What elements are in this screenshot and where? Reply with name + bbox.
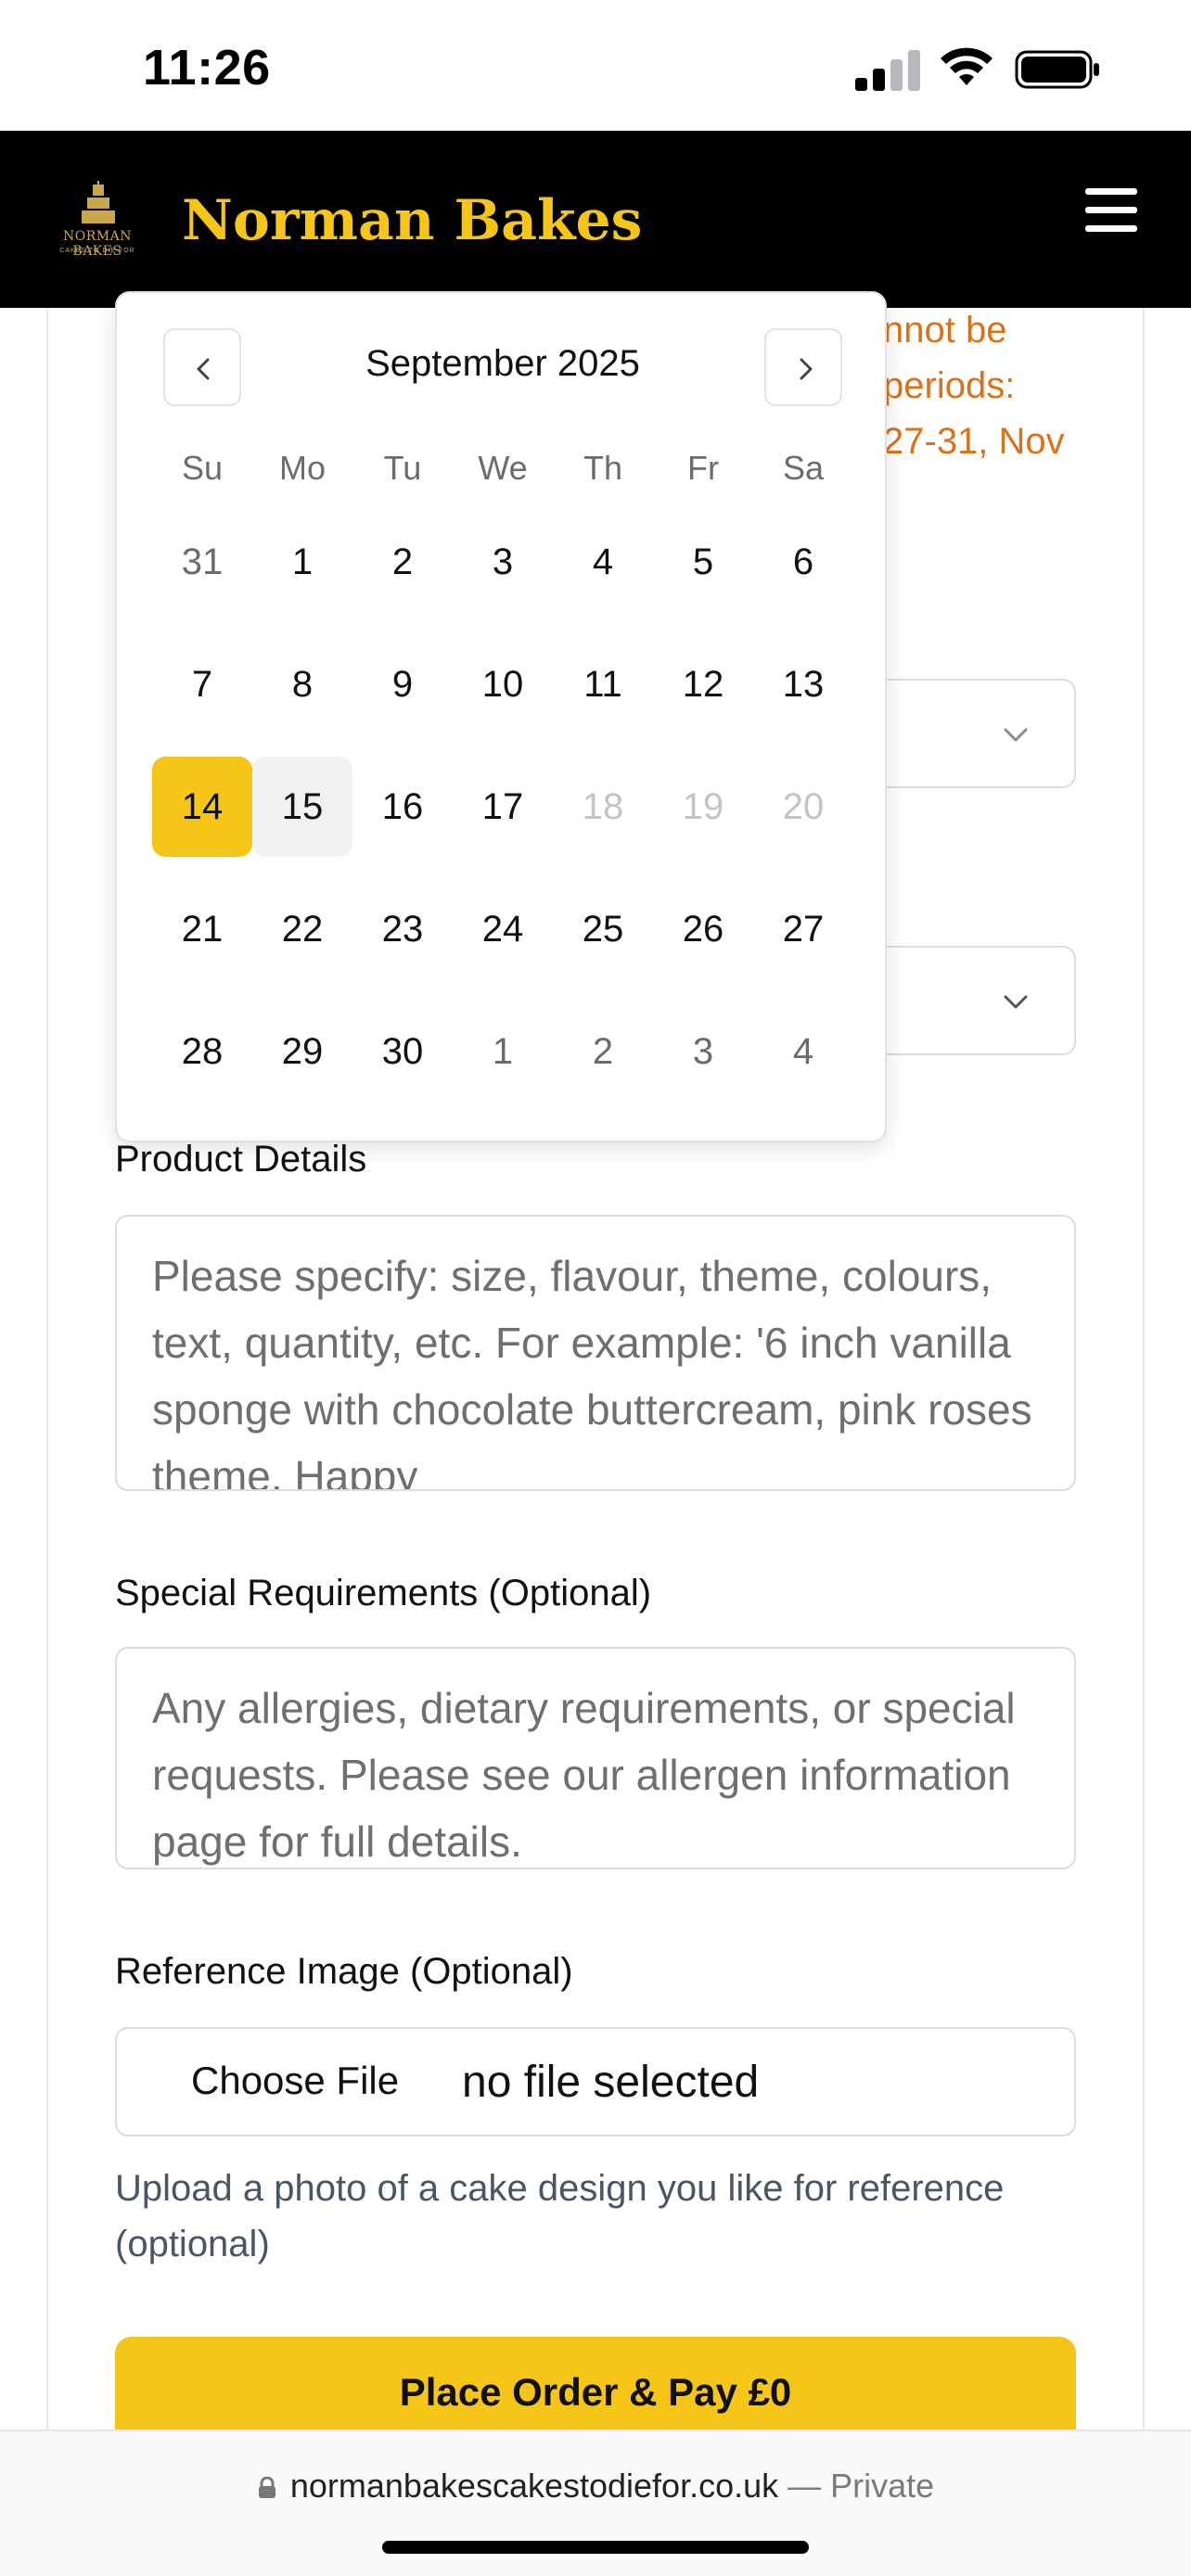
product-details-label: Product Details — [115, 1139, 367, 1180]
product-details-textarea[interactable]: Please specify: size, flavour, theme, co… — [115, 1215, 1076, 1491]
weekday-label: Th — [583, 449, 622, 487]
calendar-day: 19 — [682, 786, 724, 827]
calendar-day[interactable]: 10 — [453, 634, 553, 734]
logo-text: NORMAN BAKES — [63, 229, 132, 259]
address-text[interactable]: normanbakescakestodiefor.co.uk — Private — [0, 2467, 1191, 2506]
calendar-day[interactable]: 22 — [252, 879, 352, 979]
weekday-header: Su Mo Tu We Th Fr Sa — [152, 449, 853, 495]
calendar-day[interactable]: 27 — [753, 879, 853, 979]
logo[interactable]: NORMAN BAKES CAKES TO DIE FOR — [46, 177, 148, 261]
calendar-day[interactable]: 23 — [352, 879, 453, 979]
calendar-day[interactable]: 1 — [252, 512, 352, 612]
status-bar: 11:26 — [0, 0, 1191, 131]
special-requirements-label: Special Requirements (Optional) — [115, 1573, 652, 1613]
chevron-down-icon — [1004, 995, 1028, 1009]
reference-image-label: Reference Image (Optional) — [115, 1951, 573, 1992]
calendar-day[interactable]: 26 — [653, 879, 753, 979]
chevron-right-icon — [800, 358, 813, 380]
calendar-day[interactable]: 11 — [553, 634, 653, 734]
weekday-label: Fr — [687, 449, 719, 487]
calendar-day[interactable]: 21 — [152, 879, 252, 979]
calendar-day[interactable]: 7 — [152, 634, 252, 734]
home-indicator[interactable] — [382, 2541, 809, 2554]
calendar-day[interactable]: 12 — [653, 634, 753, 734]
hamburger-icon[interactable] — [1085, 188, 1141, 235]
notice-line: periods: — [883, 365, 1016, 406]
selected-day[interactable]: 14 — [152, 757, 252, 857]
calendar-day[interactable]: 6 — [753, 512, 853, 612]
calendar-day[interactable]: 15 — [252, 757, 352, 857]
weekday-label: Tu — [383, 449, 422, 487]
file-status-text: no file selected — [462, 2058, 760, 2107]
weekday-label: Su — [181, 449, 224, 487]
calendar-day[interactable]: 13 — [753, 634, 853, 734]
calendar-day[interactable]: 30 — [352, 1001, 453, 1102]
calendar-day[interactable]: 16 — [352, 757, 453, 857]
weekday-label: Sa — [782, 449, 825, 487]
calendar-day[interactable]: 9 — [352, 634, 453, 734]
calendar-day[interactable]: 29 — [252, 1001, 352, 1102]
calendar-day[interactable]: 5 — [653, 512, 753, 612]
calendar-day[interactable]: 24 — [453, 879, 553, 979]
cellular-signal-icon — [855, 48, 920, 91]
choose-file-button[interactable]: Choose File — [191, 2059, 399, 2103]
brand-name[interactable]: Norman Bakes — [182, 188, 642, 253]
date-picker-popup: September 2025 Su Mo Tu We Th Fr Sa 31 1 2… — [115, 291, 887, 1142]
notice-line: 27-31, Nov — [883, 421, 1065, 462]
lock-icon — [258, 2477, 275, 2498]
browser-address-bar[interactable]: normanbakescakestodiefor.co.uk — Private — [0, 2429, 1191, 2576]
reference-image-input[interactable]: Choose File no file selected — [115, 2027, 1076, 2136]
calendar-day: 20 — [782, 786, 825, 827]
calendar-day[interactable]: 4 — [753, 1001, 853, 1102]
special-requirements-textarea[interactable]: Any allergies, dietary requirements, or … — [115, 1647, 1076, 1869]
calendar-day[interactable]: 3 — [653, 1001, 753, 1102]
calendar-day[interactable]: 1 — [453, 1001, 553, 1102]
calendar-day[interactable]: 4 — [553, 512, 653, 612]
next-month-button[interactable] — [764, 328, 842, 406]
unavailable-dates-notice: nnot be periods: 27-31, Nov — [883, 302, 1180, 469]
logo-subtext: CAKES TO DIE FOR — [59, 248, 135, 254]
battery-icon — [1015, 50, 1099, 89]
wifi-icon — [941, 47, 992, 85]
notice-line: nnot be — [883, 310, 1007, 351]
calendar-day[interactable]: 28 — [152, 1001, 252, 1102]
weekday-label: Mo — [278, 449, 326, 487]
place-order-label: Place Order & Pay £0 — [399, 2370, 792, 2414]
status-time: 11:26 — [143, 40, 271, 96]
calendar-day[interactable]: 3 — [453, 512, 553, 612]
calendar-day[interactable]: 17 — [453, 757, 553, 857]
calendar-day[interactable]: 8 — [252, 634, 352, 734]
cake-logo-icon — [82, 181, 115, 223]
calendar-day[interactable]: 25 — [553, 879, 653, 979]
calendar-day[interactable]: 2 — [352, 512, 453, 612]
calendar-day: 18 — [582, 786, 624, 827]
private-label: — Private — [788, 2467, 935, 2505]
calendar-day[interactable]: 31 — [152, 512, 252, 612]
chevron-down-icon — [1004, 728, 1028, 742]
reference-image-help: Upload a photo of a cake design you like… — [115, 2168, 1005, 2264]
calendar-day[interactable]: 2 — [553, 1001, 653, 1102]
url-text: normanbakescakestodiefor.co.uk — [289, 2467, 779, 2505]
site-header: NORMAN BAKES CAKES TO DIE FOR Norman Bak… — [0, 131, 1191, 308]
weekday-label: We — [478, 449, 528, 487]
